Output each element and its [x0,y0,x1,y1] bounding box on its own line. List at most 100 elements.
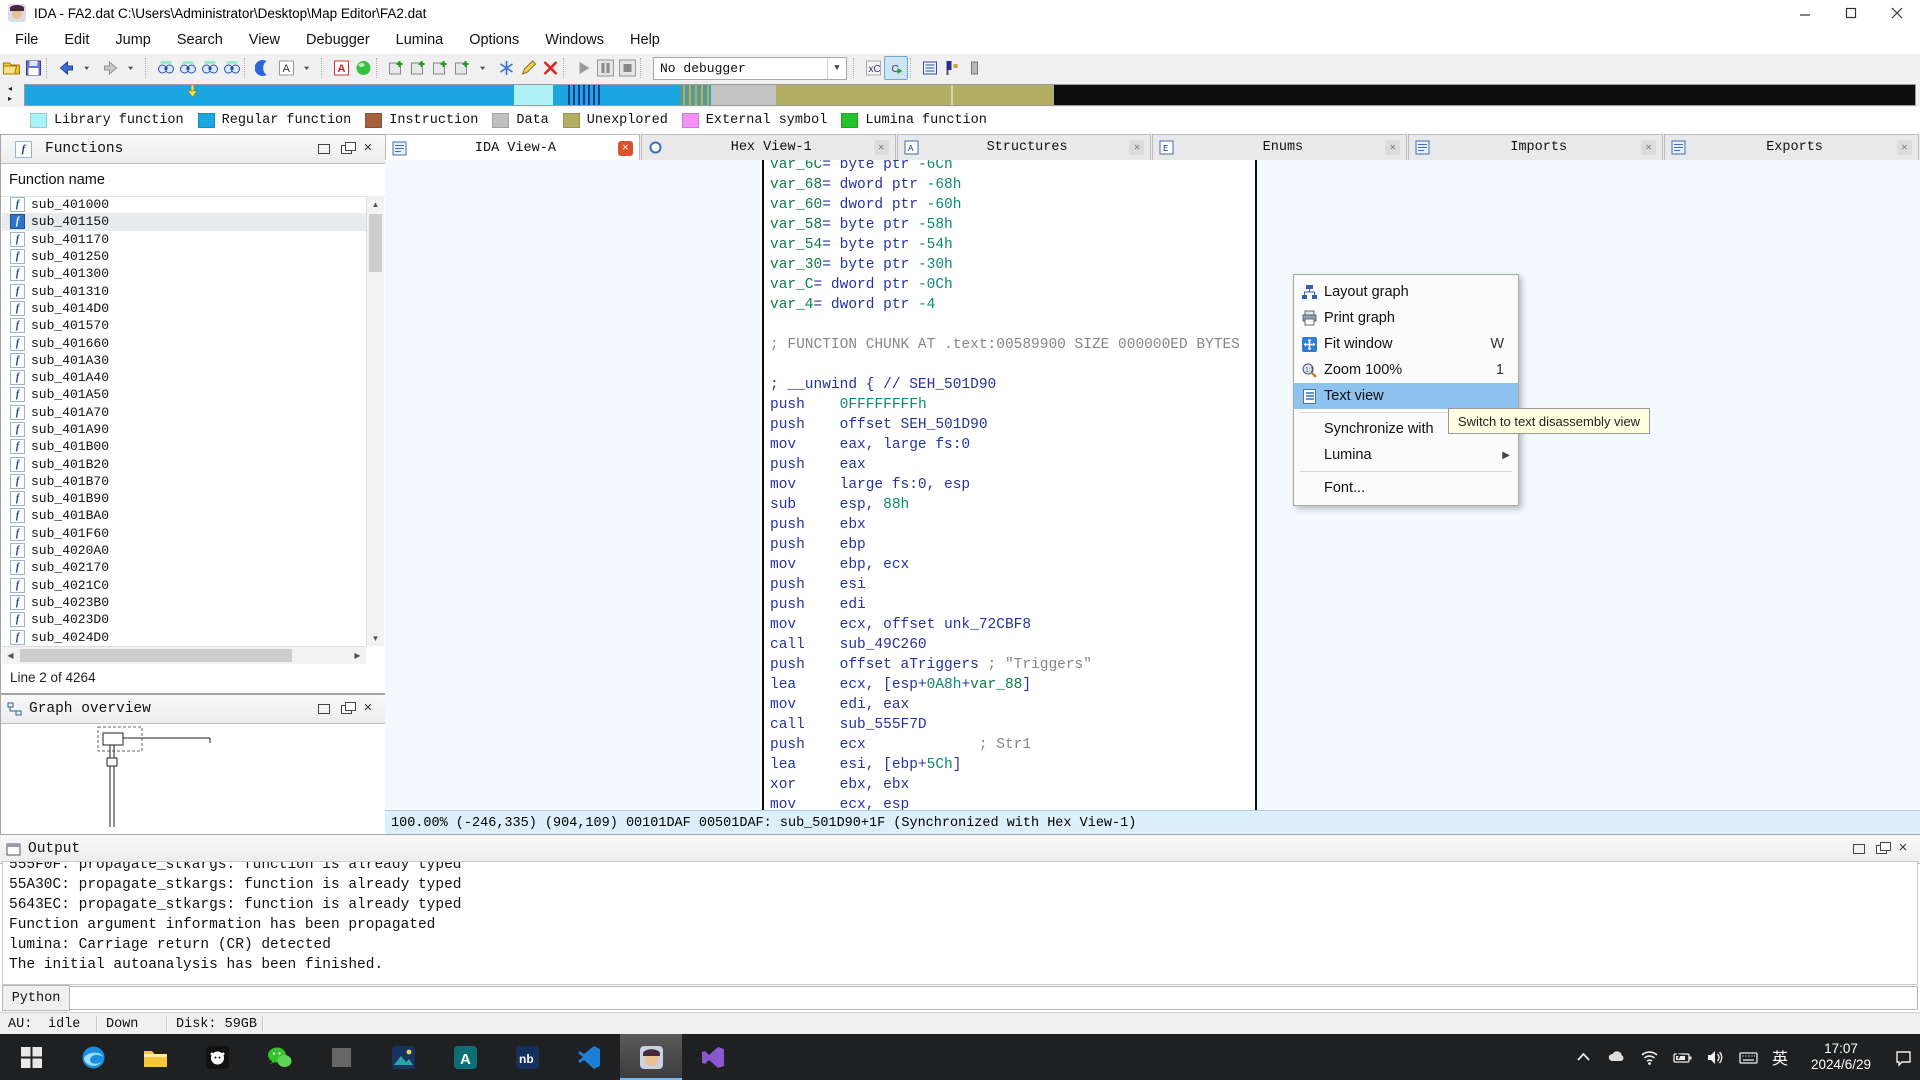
context-menu-item-font-[interactable]: Font... [1294,475,1518,501]
menu-item-view[interactable]: View [236,26,293,54]
step-over-button[interactable]: xC [862,57,884,79]
search-value-button[interactable] [198,57,220,79]
chevron-up-icon[interactable] [1567,1034,1600,1080]
mini-tool-button[interactable] [963,57,985,79]
debug-pause-button[interactable] [594,57,616,79]
action-center-icon[interactable] [1887,1034,1920,1080]
debug-run-button[interactable] [572,57,594,79]
function-row[interactable]: fsub_401300 [2,265,366,282]
functions-column-header[interactable]: Function name [1,164,385,197]
nav-forward-button[interactable] [99,57,121,79]
menu-item-search[interactable]: Search [164,26,236,54]
text-style-button[interactable]: A [275,57,297,79]
volume-icon[interactable] [1699,1034,1732,1080]
maximize-button[interactable] [1828,0,1874,26]
function-row[interactable]: fsub_401000 [2,196,366,213]
lumina-sphere-button[interactable] [352,57,374,79]
edit-button[interactable] [517,57,539,79]
context-menu-item-zoom-100-[interactable]: 1:1Zoom 100%1 [1294,357,1518,383]
search-again-button[interactable] [220,57,242,79]
graph-overview-minimap[interactable] [2,724,384,834]
function-row[interactable]: fsub_401570 [2,317,366,334]
breakpoint-list-button[interactable] [919,57,941,79]
output-titlebar[interactable]: Output × [0,835,1920,864]
function-row[interactable]: fsub_401A40 [2,369,366,386]
tab-close-icon[interactable]: ✕ [1129,140,1144,155]
visual-studio-taskbar-button[interactable] [682,1034,744,1080]
freeze-button[interactable] [495,57,517,79]
ida-taskbar-button[interactable] [620,1034,682,1080]
function-row[interactable]: fsub_4014D0 [2,300,366,317]
wechat-taskbar-button[interactable] [248,1034,310,1080]
function-row[interactable]: fsub_401170 [2,231,366,248]
ida-view-a[interactable]: var_6C= byte ptr -6Chvar_68= dword ptr -… [385,160,1920,810]
function-row[interactable]: fsub_401B70 [2,473,366,490]
menu-item-edit[interactable]: Edit [51,26,102,54]
tab-imports[interactable]: Imports✕ [1408,134,1663,160]
tab-hex-view-1[interactable]: Hex View-1✕ [641,134,896,160]
start-button[interactable] [0,1034,62,1080]
scroll-left-arrow[interactable]: ◀ [2,647,19,663]
graph-overview-float-button[interactable] [335,700,357,718]
output-restore-button[interactable] [1848,840,1870,858]
menu-item-help[interactable]: Help [617,26,673,54]
onedrive-cloud-icon[interactable] [1600,1034,1633,1080]
menu-item-jump[interactable]: Jump [102,26,163,54]
save-file-button[interactable] [22,57,44,79]
open-file-button[interactable] [0,57,22,79]
function-row[interactable]: fsub_401250 [2,248,366,265]
navigation-band[interactable] [24,84,1916,106]
function-row[interactable]: fsub_401A50 [2,386,366,403]
crescent-button[interactable] [253,57,275,79]
debugger-select[interactable]: No debugger▼ [653,57,847,80]
function-row[interactable]: fsub_401150 [2,213,366,230]
menu-item-lumina[interactable]: Lumina [383,26,457,54]
caret-button[interactable] [297,57,319,79]
tab-close-icon[interactable]: ✕ [1385,140,1400,155]
graph-overview-close-button[interactable]: × [357,700,379,718]
function-row[interactable]: fsub_401BA0 [2,507,366,524]
make-code-button[interactable] [385,57,407,79]
close-button[interactable] [1874,0,1920,26]
menu-item-windows[interactable]: Windows [532,26,617,54]
tab-exports[interactable]: Exports✕ [1664,134,1919,160]
functions-restore-button[interactable] [313,140,335,158]
functions-float-button[interactable] [335,140,357,158]
nav-back-button[interactable] [55,57,77,79]
context-menu-item-layout-graph[interactable]: Layout graph [1294,279,1518,305]
graph-overview-restore-button[interactable] [313,700,335,718]
trace-flags-button[interactable] [941,57,963,79]
tab-close-icon[interactable]: ✕ [874,140,889,155]
function-row[interactable]: fsub_401A70 [2,404,366,421]
file-explorer-taskbar-button[interactable] [124,1034,186,1080]
function-row[interactable]: fsub_401B00 [2,438,366,455]
make-struct-button[interactable] [451,57,473,79]
caret-button[interactable] [473,57,495,79]
function-row[interactable]: fsub_401B20 [2,455,366,472]
scroll-thumb[interactable] [369,214,382,272]
context-menu-item-text-view[interactable]: Text view [1294,383,1518,409]
functions-list[interactable]: fsub_401000fsub_401150fsub_401170fsub_40… [2,196,366,646]
scroll-up-arrow[interactable]: ▲ [367,196,384,212]
wifi-icon[interactable] [1633,1034,1666,1080]
vscode-taskbar-button[interactable] [558,1034,620,1080]
make-data-button[interactable] [407,57,429,79]
undefine-button[interactable] [539,57,561,79]
scroll-thumb[interactable] [20,649,292,662]
battery-icon[interactable] [1666,1034,1699,1080]
function-row[interactable]: fsub_4024D0 [2,628,366,645]
menu-item-debugger[interactable]: Debugger [293,26,383,54]
search-hash-button[interactable] [154,57,176,79]
function-row[interactable]: fsub_401310 [2,282,366,299]
edge-taskbar-button[interactable] [62,1034,124,1080]
function-row[interactable]: fsub_4020A0 [2,542,366,559]
debug-stop-button[interactable] [616,57,638,79]
tab-close-icon[interactable]: ✕ [618,141,633,156]
menu-item-options[interactable]: Options [456,26,532,54]
output-float-button[interactable] [1870,840,1892,858]
menu-item-file[interactable]: File [2,26,51,54]
python-prompt-button[interactable]: Python [2,985,70,1011]
run-to-cursor-button[interactable]: C [884,56,908,80]
dog-app-taskbar-button[interactable] [186,1034,248,1080]
taskbar-clock[interactable]: 17:072024/6/29 [1795,1041,1887,1073]
